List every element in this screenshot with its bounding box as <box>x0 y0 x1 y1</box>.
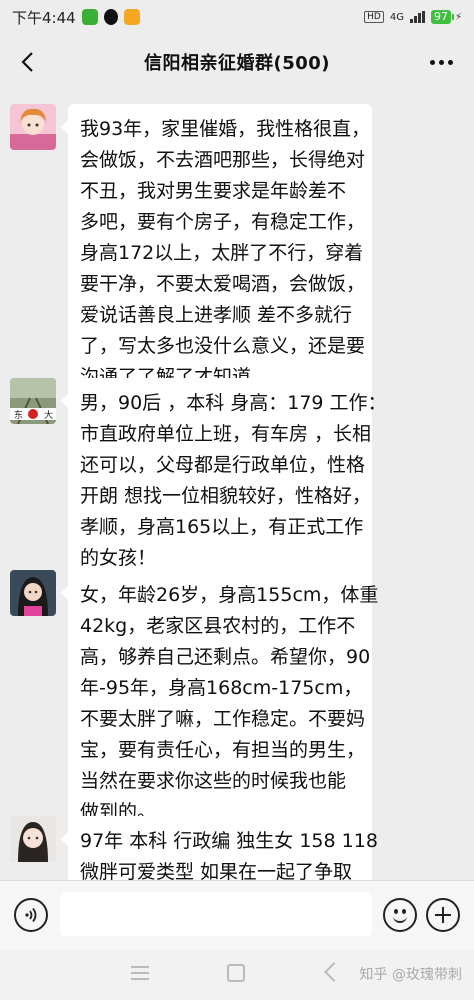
message-list[interactable]: 我93年，家里催婚，我性格很直， 会做饭，不去酒吧那些，长得绝对 不丑，我对男生… <box>0 90 474 880</box>
emoji-button[interactable] <box>383 898 417 932</box>
avatar[interactable]: 东 大 <box>10 378 56 424</box>
home-icon[interactable] <box>227 964 245 982</box>
watermark: 知乎 @玫瑰带刺 <box>359 967 462 983</box>
voice-icon <box>25 907 37 923</box>
status-time: 下午4:44 <box>12 8 76 27</box>
signal-icon <box>409 11 425 23</box>
message-line: 不丑，我对男生要求是年龄差不 <box>80 180 347 202</box>
wechat-icon <box>81 9 98 25</box>
message-bubble[interactable]: 我93年，家里催婚，我性格很直， 会做饭，不去酒吧那些，长得绝对 不丑，我对男生… <box>61 104 372 403</box>
avatar-railway-icon: 东 大 <box>10 378 56 424</box>
chat-header: 信阳相亲征婚群(500) <box>0 34 474 90</box>
message-line: 开朗 想找一位相貌较好，性格好， <box>80 485 372 507</box>
avatar-girl-icon <box>10 104 56 150</box>
avatar-girl-icon <box>10 816 56 862</box>
chevron-left-icon <box>21 52 33 72</box>
emoji-icon <box>394 909 398 914</box>
message-line: 孝顺，身高165以上，有正式工作 <box>80 516 364 538</box>
message-line: 女，年龄26岁，身高155cm，体重 <box>80 584 379 606</box>
avatar[interactable] <box>10 104 56 150</box>
system-back-icon[interactable] <box>324 962 344 982</box>
avatar[interactable] <box>10 570 56 616</box>
message-line: 微胖可爱类型 如果在一起了争取 <box>80 861 353 880</box>
avatar[interactable] <box>10 816 56 862</box>
svg-text:大: 大 <box>44 409 53 421</box>
network-label: 4G <box>389 11 404 23</box>
plus-button[interactable] <box>426 898 460 932</box>
back-button[interactable] <box>14 48 40 76</box>
more-dots-icon <box>429 59 435 65</box>
hd-badge: HD <box>364 11 384 23</box>
message-line: 当然在要求你这些的时候我也能 <box>80 770 347 792</box>
message-bubble[interactable]: 女，年龄26岁，身高155cm，体重 42kg，老家区县农村的，工作不 高，够养… <box>61 570 379 838</box>
message-line: 男，90后 ，本科 身高：179 工作： <box>80 392 387 414</box>
status-right: HD 4G 97 ⚡ <box>364 10 462 24</box>
message-line: 要干净，不要太爱喝酒，会做饭， <box>80 273 366 295</box>
message-line: 还可以，父母都是行政单位，性格 <box>80 454 366 476</box>
message-input[interactable] <box>60 892 372 936</box>
message-line: 宝，要有责任心，有担当的男生， <box>80 739 366 761</box>
status-bar: 下午4:44 HD 4G 97 ⚡ <box>0 0 474 34</box>
qq-icon <box>103 9 118 25</box>
avatar-girl-icon <box>10 570 56 616</box>
chat-title: 信阳相亲征婚群(500) <box>143 53 331 74</box>
message-line: 爱说话善良上进孝顺 差不多就行 <box>80 304 353 326</box>
message-bubble[interactable]: 男，90后 ，本科 身高：179 工作： 市直政府单位上班，有车房 ，长相 还可… <box>61 378 387 584</box>
battery-icon: 97 ⚡ <box>430 10 462 24</box>
message-line: 我93年，家里催婚，我性格很直， <box>80 118 371 140</box>
message-line: 42kg，老家区县农村的，工作不 <box>80 615 356 637</box>
message-line: 不要太胖了嘛，工作稳定。不要妈 <box>80 708 366 730</box>
system-nav-bar: 知乎 @玫瑰带刺 <box>0 950 474 1000</box>
message-bubble[interactable]: 97年 本科 行政编 独生女 158 118 微胖可爱类型 如果在一起了争取 <box>61 816 378 880</box>
message-line: 多吧，要有个房子，有稳定工作， <box>80 211 366 233</box>
message-line: 97年 本科 行政编 独生女 158 118 <box>80 830 378 852</box>
more-button[interactable] <box>426 48 456 76</box>
message-line: 了，写太多也没什么意义，还是要 <box>80 335 366 357</box>
charging-icon: ⚡ <box>454 11 462 23</box>
message-line: 市直政府单位上班，有车房 ，长相 <box>80 423 372 445</box>
input-bar <box>0 880 474 950</box>
svg-text:东: 东 <box>14 409 23 421</box>
message-line: 会做饭，不去酒吧那些，长得绝对 <box>80 149 366 171</box>
message-line: 年-95年，身高168cm-175cm， <box>80 677 363 699</box>
message-line: 高，够养自己还剩点。希望你，90 <box>80 646 371 668</box>
status-left: 下午4:44 <box>12 7 140 28</box>
battery-level: 97 <box>430 10 451 24</box>
voice-button[interactable] <box>14 898 48 932</box>
message-line: 身高172以上，太胖了不行，穿着 <box>80 242 364 264</box>
menu-icon[interactable] <box>131 966 149 980</box>
files-icon <box>123 9 140 25</box>
